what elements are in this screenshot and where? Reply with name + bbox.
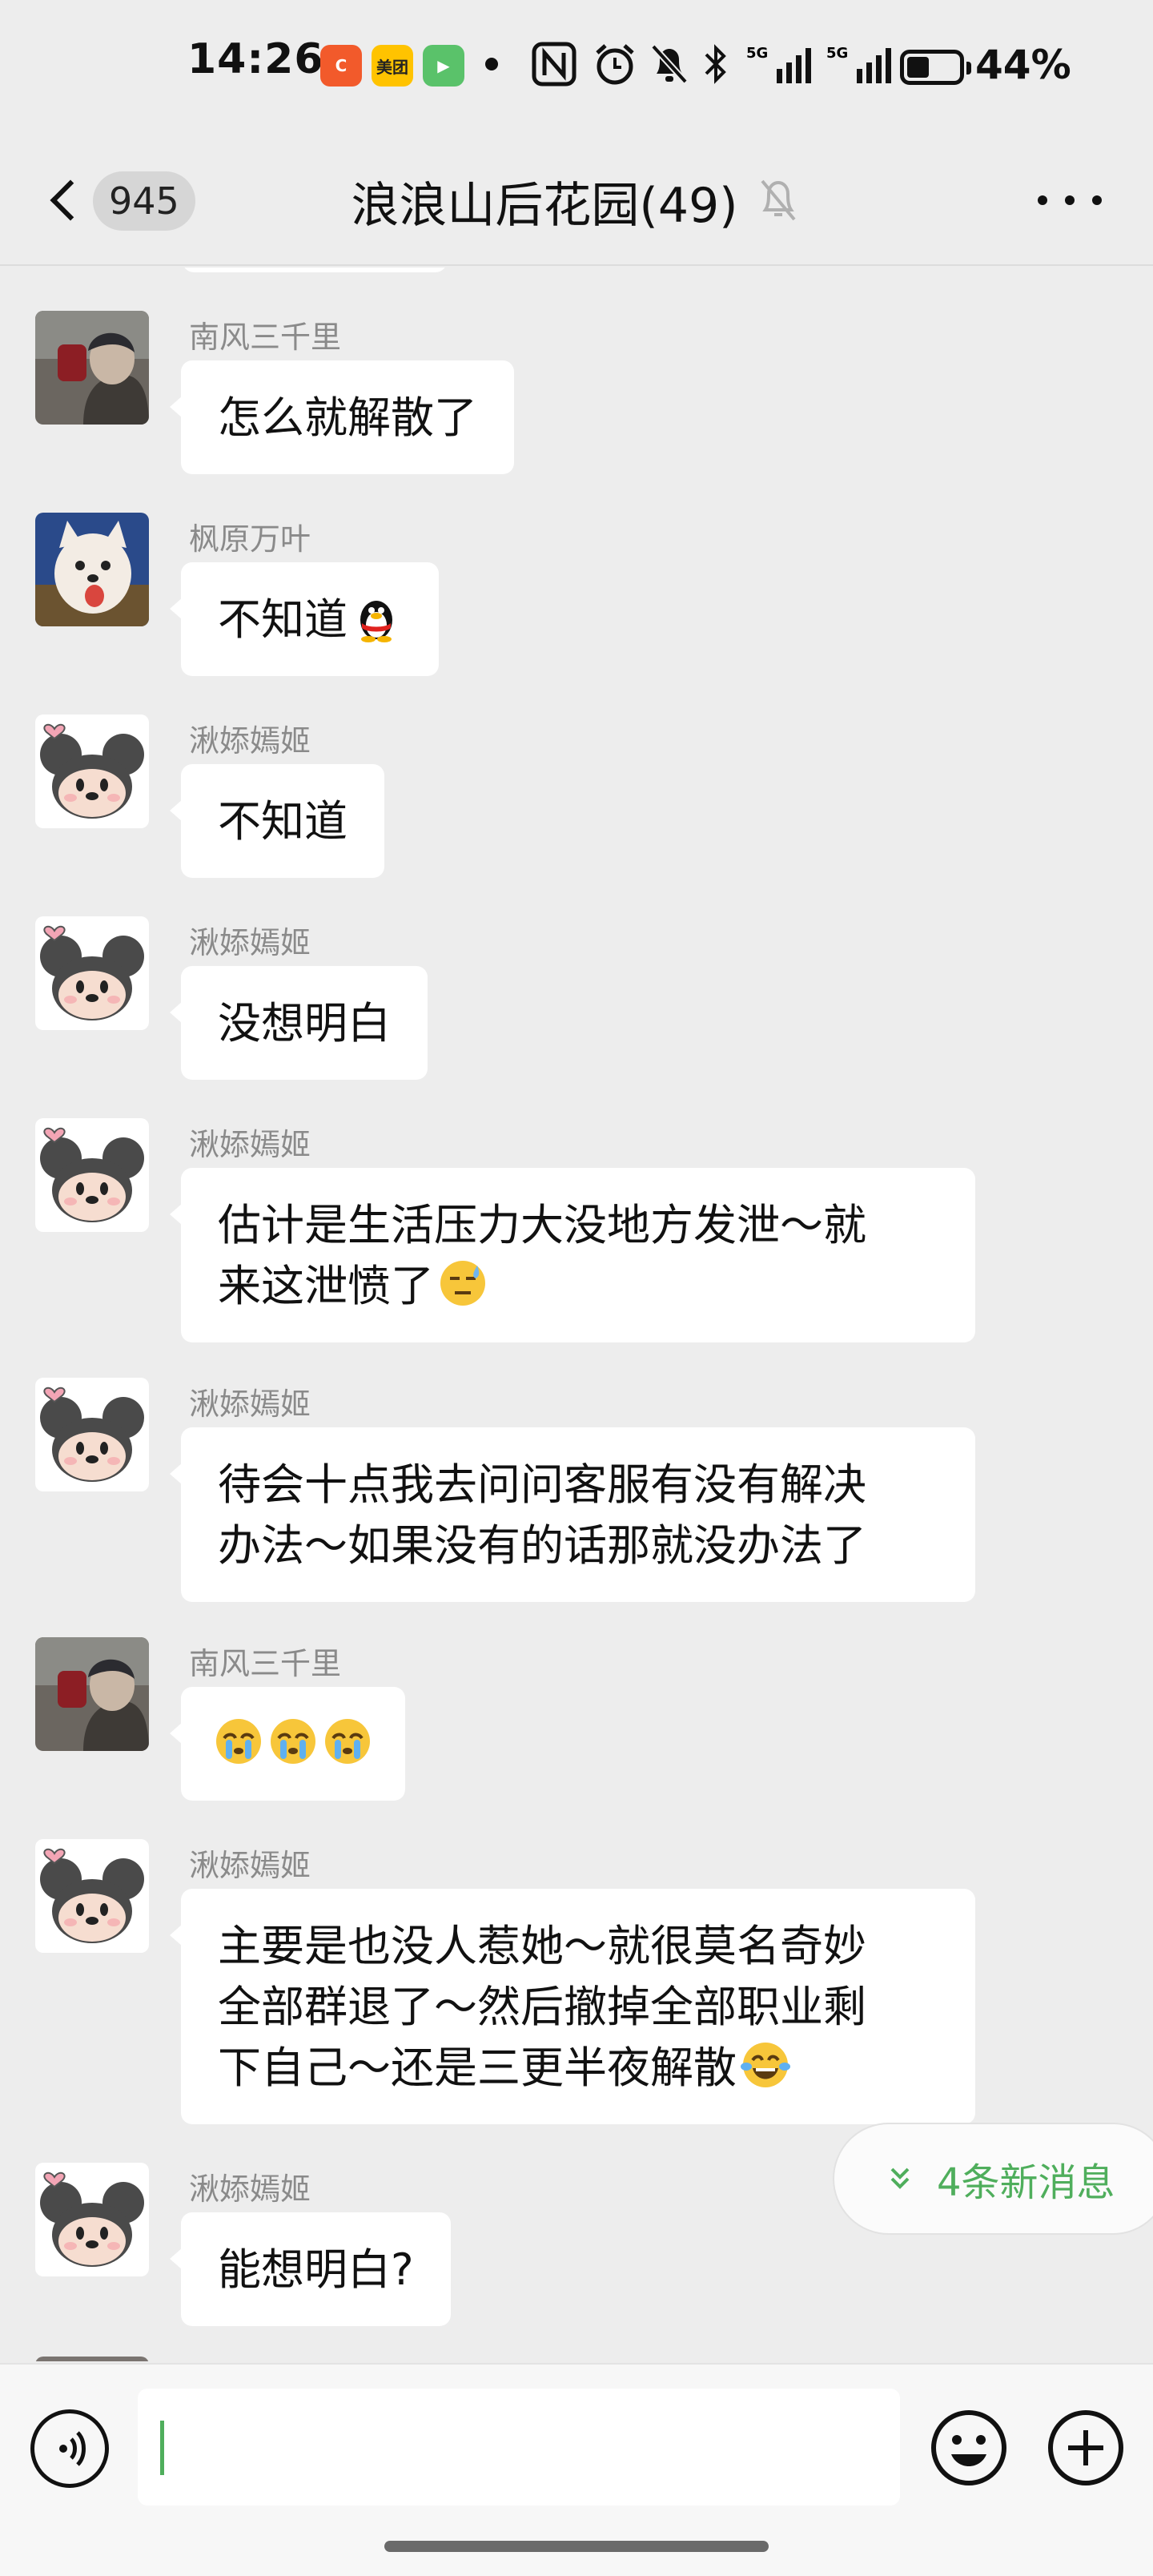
message-text: 能想明白? — [218, 2244, 414, 2295]
message-line: 办法～如果没有的话那就没办法了 — [218, 1520, 866, 1571]
message-bubble[interactable]: 不知道 — [170, 562, 439, 676]
message-line: 估计是生活压力大没地方发泄～就 — [218, 1200, 866, 1250]
message-line: 来这泄愤了 — [218, 1261, 434, 1311]
app-c-icon: C — [320, 45, 362, 87]
avatar-mouse[interactable] — [35, 2163, 149, 2276]
avatar-nanfeng[interactable] — [35, 1637, 149, 1751]
sender-name: 湫婖嫣姬 — [189, 925, 311, 960]
avatar-mouse[interactable] — [35, 1378, 149, 1491]
message-text: 不知道 — [218, 796, 348, 847]
video-app-icon: ▶ — [423, 45, 464, 87]
crying-emoji — [325, 1719, 370, 1764]
next-avatar-peek — [35, 2357, 149, 2361]
meituan-icon: 美团 — [372, 45, 413, 87]
crying-emoji — [216, 1719, 261, 1764]
tears-of-joy-emoji — [741, 2043, 790, 2087]
emoji-button[interactable] — [929, 2408, 1009, 2488]
sender-name: 湫婖嫣姬 — [189, 723, 311, 759]
sweat-emoji — [440, 1261, 485, 1306]
avatar-mouse[interactable] — [35, 1839, 149, 1953]
sender-name: 湫婖嫣姬 — [189, 2171, 311, 2207]
alarm-icon — [593, 40, 637, 88]
text-cursor — [160, 2421, 164, 2475]
message-bubble[interactable]: 不知道 — [170, 764, 384, 878]
avatar-mouse[interactable] — [35, 916, 149, 1030]
message-line: 待会十点我去问问客服有没有解决 — [218, 1459, 866, 1510]
sender-name: 湫婖嫣姬 — [189, 1127, 311, 1162]
plus-icon — [1048, 2410, 1123, 2485]
message-input[interactable] — [138, 2389, 900, 2506]
message-line: 主要是也没人惹她～就很莫名奇妙 — [218, 1921, 866, 1971]
voice-icon — [59, 2431, 86, 2466]
avatar-dog[interactable] — [35, 513, 149, 626]
double-chevron-down-icon — [890, 2167, 910, 2189]
message-bubble[interactable]: 待会十点我去问问客服有没有解决 办法～如果没有的话那就没办法了 — [170, 1427, 975, 1602]
chat-header: 945 浪浪山后花园(49) — [0, 128, 1153, 266]
message-bubble[interactable]: 没想明白 — [170, 966, 428, 1080]
battery-icon — [900, 50, 971, 85]
new-messages-label: 4条新消息 — [937, 2160, 1115, 2205]
message-bubble[interactable]: 估计是生活压力大没地方发泄～就 来这泄愤了 — [170, 1168, 975, 1342]
sender-name: 南风三千里 — [189, 1646, 342, 1681]
status-time: 14:26 — [187, 35, 324, 83]
more-actions-button[interactable] — [1046, 2408, 1126, 2488]
mute-bell-icon — [649, 40, 690, 88]
message-bubble[interactable]: 能想明白? — [170, 2212, 451, 2326]
message-line: 全部群退了～然后撤掉全部职业剩 — [218, 1982, 866, 2032]
chat-title: 浪浪山后花园(49) — [351, 178, 738, 234]
avatar-mouse[interactable] — [35, 1118, 149, 1232]
penguin-emoji — [360, 601, 392, 642]
avatar-mouse[interactable] — [35, 714, 149, 828]
svg-text:5G: 5G — [826, 45, 848, 62]
crying-emoji — [271, 1719, 315, 1764]
message-text: 怎么就解散了 — [218, 392, 477, 443]
message-bubble[interactable] — [170, 1687, 405, 1801]
input-bar — [0, 2363, 1153, 2576]
voice-input-button[interactable] — [30, 2409, 109, 2488]
message-text: 不知道 — [218, 594, 348, 645]
message-line: 下自己～还是三更半夜解散 — [218, 2043, 737, 2093]
battery-percent: 44% — [975, 42, 1071, 88]
message-list[interactable]: 南风三千里 怎么就解散了 枫原万叶 不知道 湫婖嫣姬 不知道 湫婖嫣姬 没想明白… — [0, 268, 1153, 2361]
smiley-icon — [931, 2410, 1006, 2485]
message-bubble[interactable]: 怎么就解散了 — [170, 360, 514, 474]
message-text: 没想明白 — [218, 998, 391, 1049]
sender-name: 南风三千里 — [189, 320, 342, 355]
previous-message-bubble — [183, 268, 447, 272]
new-messages-button[interactable]: 4条新消息 — [833, 2123, 1153, 2235]
status-bar: 14:26 C 美团 ▶ 5G 5G 44% — [0, 0, 1153, 128]
sender-name: 枫原万叶 — [189, 521, 311, 557]
signal-icon-1: 5G — [745, 40, 815, 88]
signal-icon-2: 5G — [825, 40, 895, 88]
sender-name: 湫婖嫣姬 — [189, 1848, 311, 1883]
sender-name: 湫婖嫣姬 — [189, 1387, 311, 1422]
svg-text:5G: 5G — [746, 45, 768, 62]
dot-icon — [484, 40, 500, 88]
bluetooth-icon — [701, 40, 730, 88]
more-options-button[interactable] — [1038, 184, 1102, 216]
message-bubble[interactable]: 主要是也没人惹她～就很莫名奇妙 全部群退了～然后撤掉全部职业剩 下自己～还是三更半夜… — [170, 1889, 975, 2124]
muted-bell-icon — [756, 175, 801, 226]
home-indicator — [384, 2541, 769, 2552]
avatar-nanfeng[interactable] — [35, 311, 149, 425]
nfc-icon — [532, 40, 576, 88]
